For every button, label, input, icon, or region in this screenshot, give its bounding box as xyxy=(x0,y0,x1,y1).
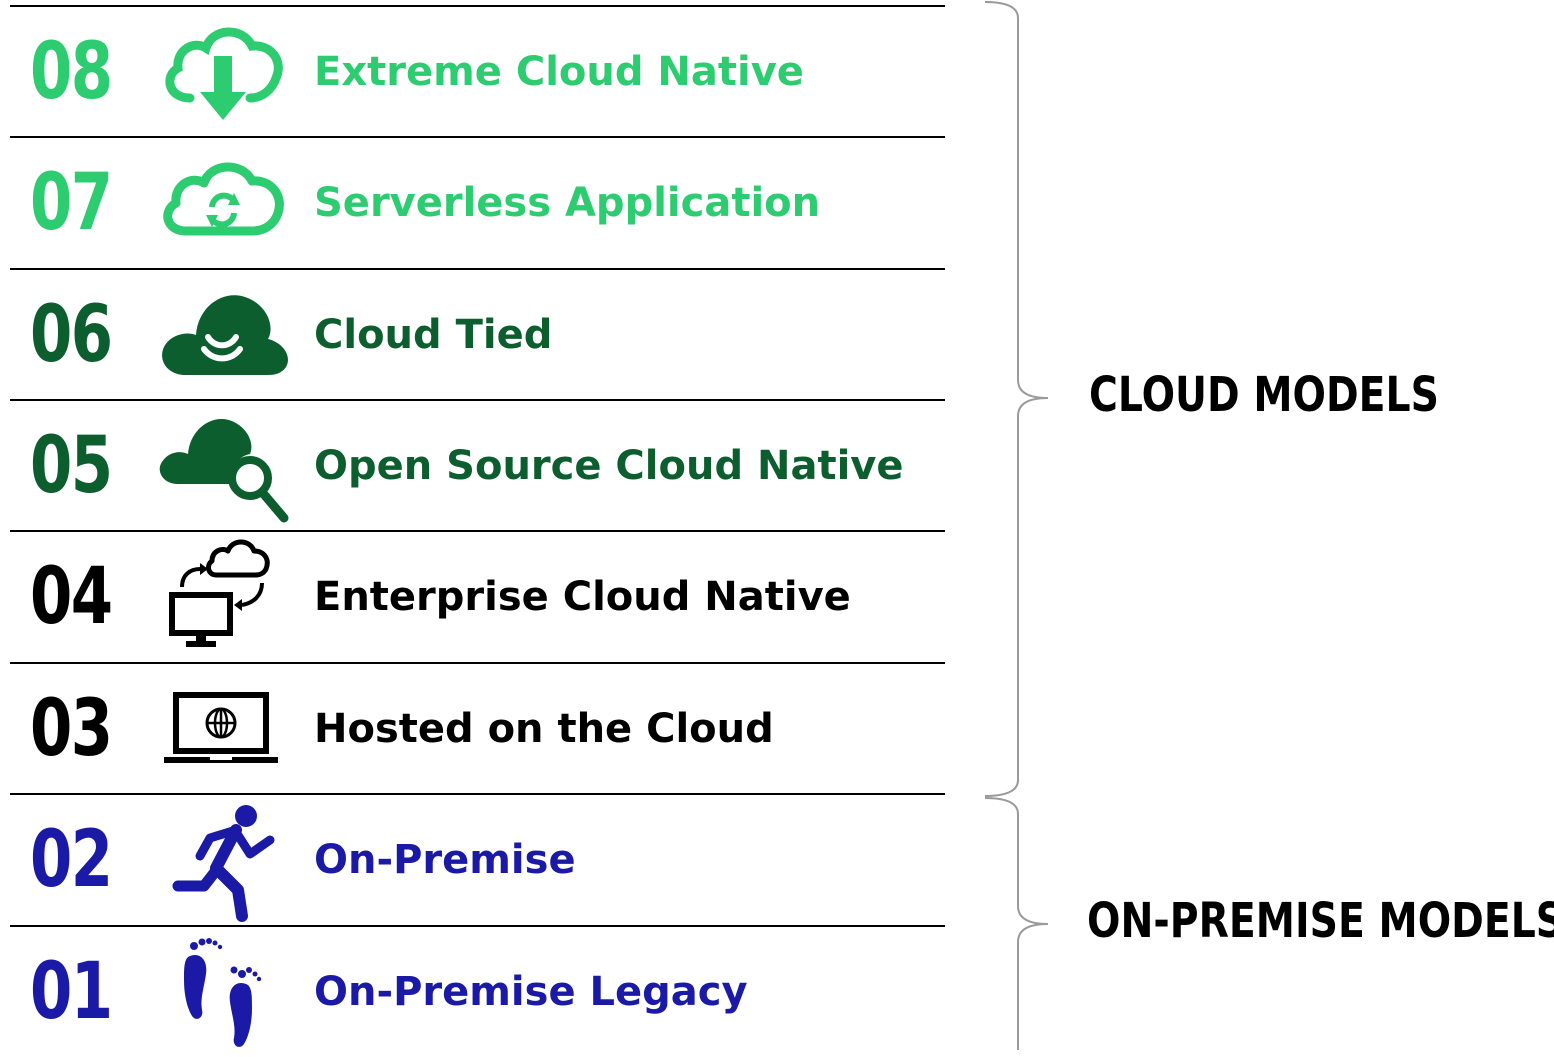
onprem-brace xyxy=(984,797,1049,1050)
cloud-models-label: CLOUD MODELS xyxy=(1089,367,1439,423)
on-premise-models-label: ON-PREMISE MODELS xyxy=(1087,893,1554,949)
maturity-levels-diagram: 08 Extreme Cloud Native 07 Serverless Ap… xyxy=(0,0,1554,1050)
cloud-brace xyxy=(984,1,1049,797)
